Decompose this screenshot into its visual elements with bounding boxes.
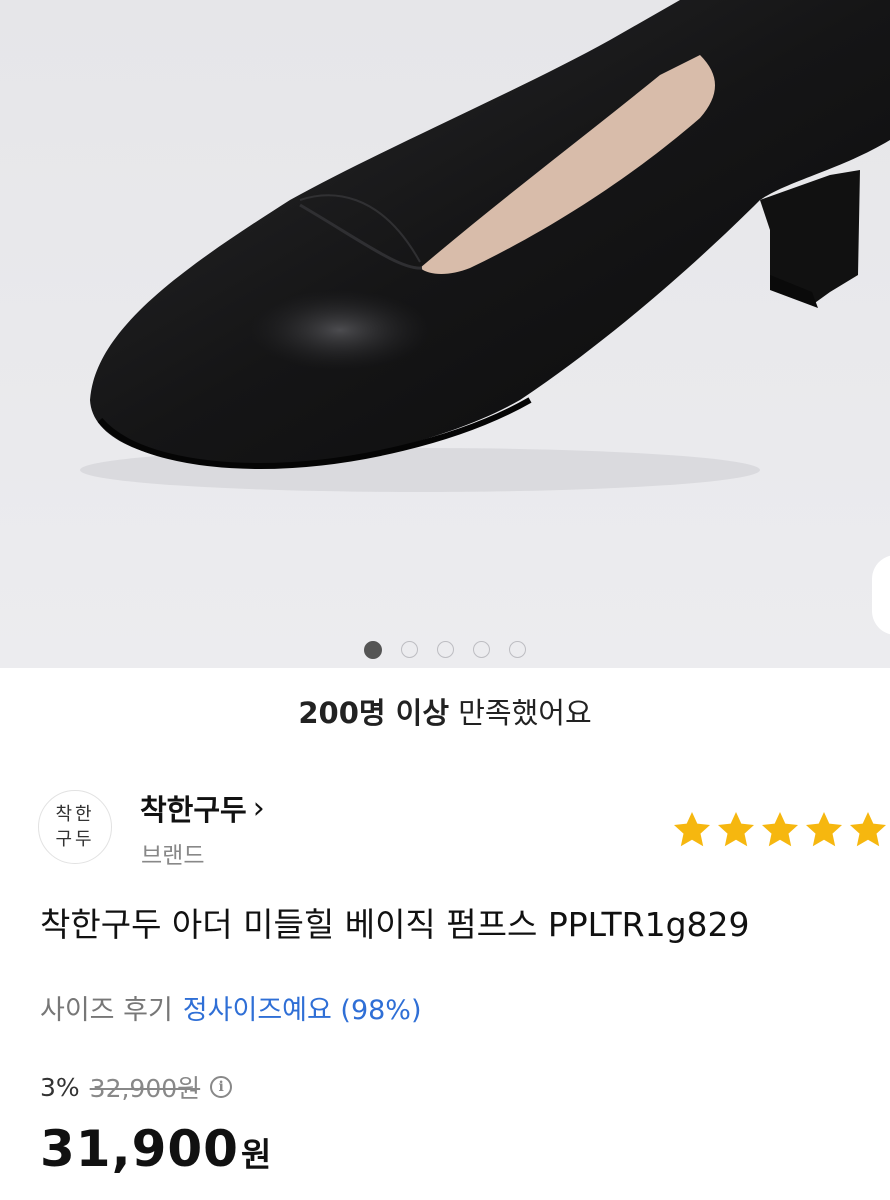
star-icon xyxy=(804,810,844,850)
product-title: 착한구두 아더 미들힐 베이직 펌프스 PPLTR1g829 xyxy=(40,905,750,944)
carousel-dot[interactable] xyxy=(473,641,490,658)
size-review-value: 정사이즈예요 (98%) xyxy=(182,995,422,1026)
sale-price-unit: 원 xyxy=(240,1135,272,1174)
star-icon xyxy=(848,810,888,850)
brand-subtitle: 브랜드 xyxy=(141,843,205,869)
size-review-label: 사이즈 후기 xyxy=(40,995,173,1026)
price-discount-row: 3% 32,900원 i xyxy=(40,1069,233,1105)
star-icon xyxy=(760,810,800,850)
star-icon xyxy=(672,810,712,850)
carousel-indicator xyxy=(0,641,890,661)
brand-name: 착한구두 xyxy=(140,793,247,827)
brand-logo-line1: 착한 xyxy=(55,804,95,825)
product-image-carousel[interactable] xyxy=(0,0,890,668)
carousel-dot[interactable] xyxy=(509,641,526,658)
size-review[interactable]: 사이즈 후기 정사이즈예요 (98%) xyxy=(40,988,422,1027)
sale-price: 31,900 원 xyxy=(40,1120,271,1178)
chevron-right-icon: › xyxy=(252,790,265,826)
rating-stars[interactable] xyxy=(672,810,888,850)
satisfaction-count: 200명 이상 xyxy=(298,696,450,730)
brand-link[interactable]: 착한구두 › xyxy=(140,787,265,829)
info-icon[interactable]: i xyxy=(210,1076,233,1098)
carousel-dot[interactable] xyxy=(364,641,382,659)
sale-price-number: 31,900 xyxy=(40,1120,239,1178)
product-photo xyxy=(0,0,890,668)
satisfaction-text: 만족했어요 xyxy=(458,696,592,730)
star-icon xyxy=(716,810,756,850)
satisfaction-banner: 200명 이상 만족했어요 xyxy=(0,690,890,732)
brand-logo-line2: 구두 xyxy=(55,829,95,850)
brand-logo[interactable]: 착한 구두 xyxy=(38,790,112,864)
original-price: 32,900원 xyxy=(89,1074,201,1103)
carousel-dot[interactable] xyxy=(437,641,454,658)
carousel-dot[interactable] xyxy=(401,641,418,658)
carousel-next-peek[interactable] xyxy=(872,555,890,635)
discount-rate: 3% xyxy=(40,1072,80,1102)
